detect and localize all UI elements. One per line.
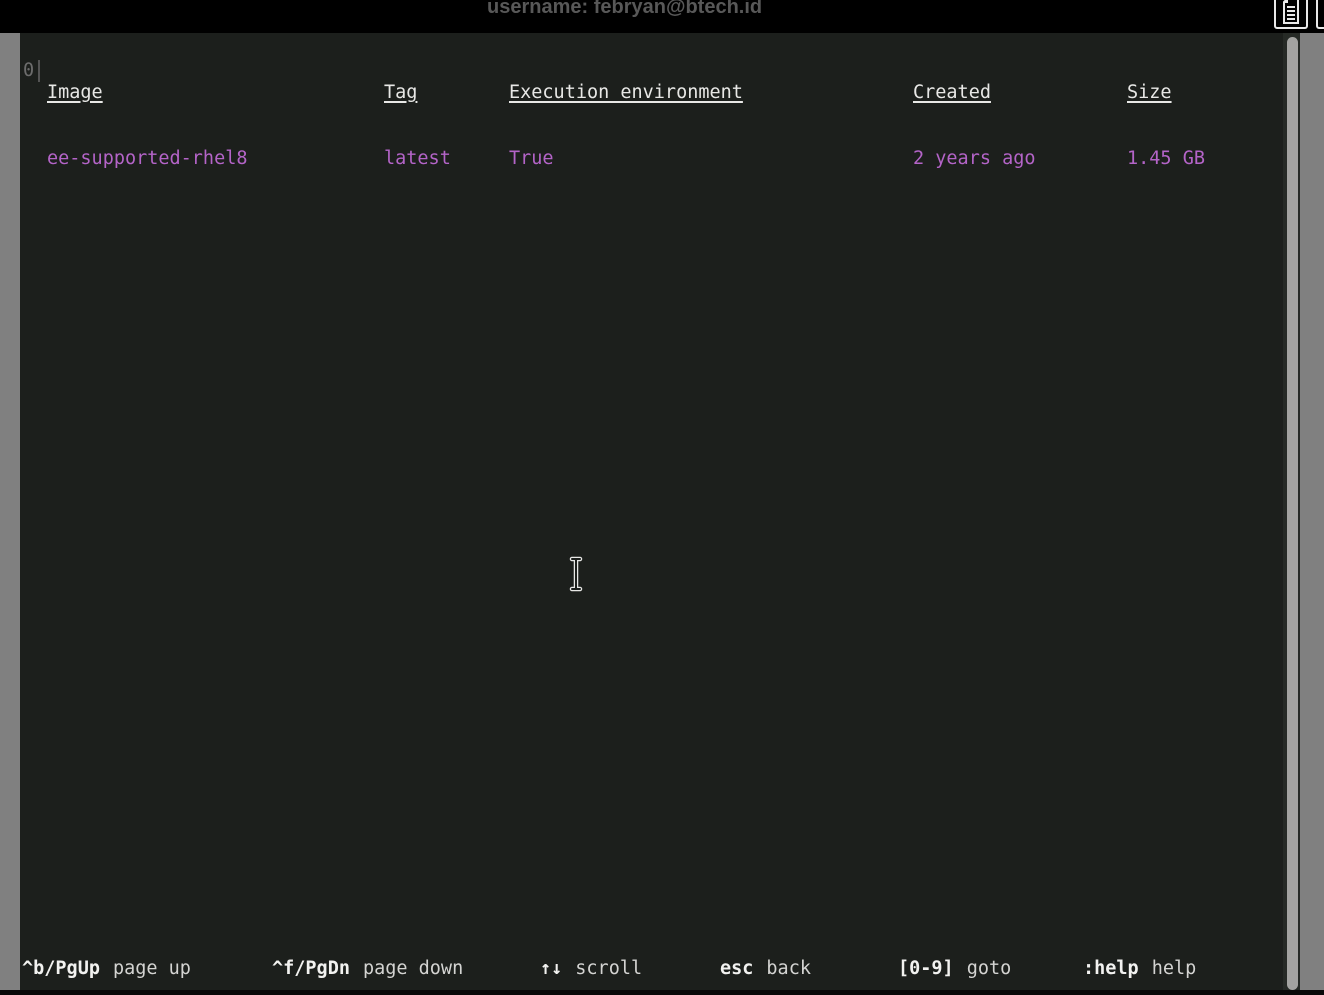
partial-toolbar-button[interactable]	[1316, 0, 1324, 29]
frame-border-right	[1300, 33, 1324, 990]
column-header-created: Created	[913, 82, 1036, 104]
username-label: username: febryan@btech.id	[487, 0, 762, 19]
help-key: ^b/PgUp	[22, 958, 100, 979]
help-item-goto: [0-9] goto	[898, 958, 1011, 980]
help-key: esc	[720, 958, 753, 979]
help-label: goto	[967, 958, 1012, 979]
help-key: :help	[1083, 958, 1139, 979]
cell-execution-environment[interactable]: True	[509, 148, 743, 170]
help-label: page up	[113, 958, 191, 979]
help-key: ^f/PgDn	[272, 958, 350, 979]
text-cursor-icon	[568, 556, 584, 596]
help-label: help	[1152, 958, 1197, 979]
column-tag: Tag latest	[384, 38, 451, 192]
scrollbar-thumb[interactable]	[1287, 37, 1298, 990]
cell-size[interactable]: 1.45 GB	[1127, 148, 1205, 170]
help-item-scroll: ↑↓ scroll	[540, 958, 642, 980]
column-header-image: Image	[47, 82, 247, 104]
help-label: back	[766, 958, 811, 979]
column-header-tag: Tag	[384, 82, 451, 104]
arrows-up-down-icon: ↑↓	[540, 958, 562, 979]
frame-border-bottom	[0, 990, 1324, 995]
help-label: scroll	[575, 958, 642, 979]
top-toolbar: username: febryan@btech.id	[0, 0, 1324, 33]
document-button[interactable]	[1274, 0, 1308, 29]
help-item-help: :help help	[1083, 958, 1196, 980]
cell-tag[interactable]: latest	[384, 148, 451, 170]
column-header-size: Size	[1127, 82, 1205, 104]
help-item-back: escback	[720, 958, 811, 980]
row-index-separator	[38, 60, 40, 82]
help-key: [0-9]	[898, 958, 954, 979]
help-item-page-down: ^f/PgDn page down	[272, 958, 463, 980]
row-index: 0	[23, 60, 34, 82]
frame-border-left	[0, 33, 20, 990]
column-size: Size 1.45 GB	[1127, 38, 1205, 192]
cell-created[interactable]: 2 years ago	[913, 148, 1036, 170]
column-header-execution-environment: Execution environment	[509, 82, 743, 104]
column-created: Created 2 years ago	[913, 38, 1036, 192]
cell-image[interactable]: ee-supported-rhel8	[47, 148, 247, 170]
help-label: page down	[363, 958, 463, 979]
column-image: Image ee-supported-rhel8	[47, 38, 247, 192]
help-item-page-up: ^b/PgUp page up	[22, 958, 191, 980]
column-execution-environment: Execution environment True	[509, 38, 743, 192]
document-icon	[1281, 0, 1301, 27]
